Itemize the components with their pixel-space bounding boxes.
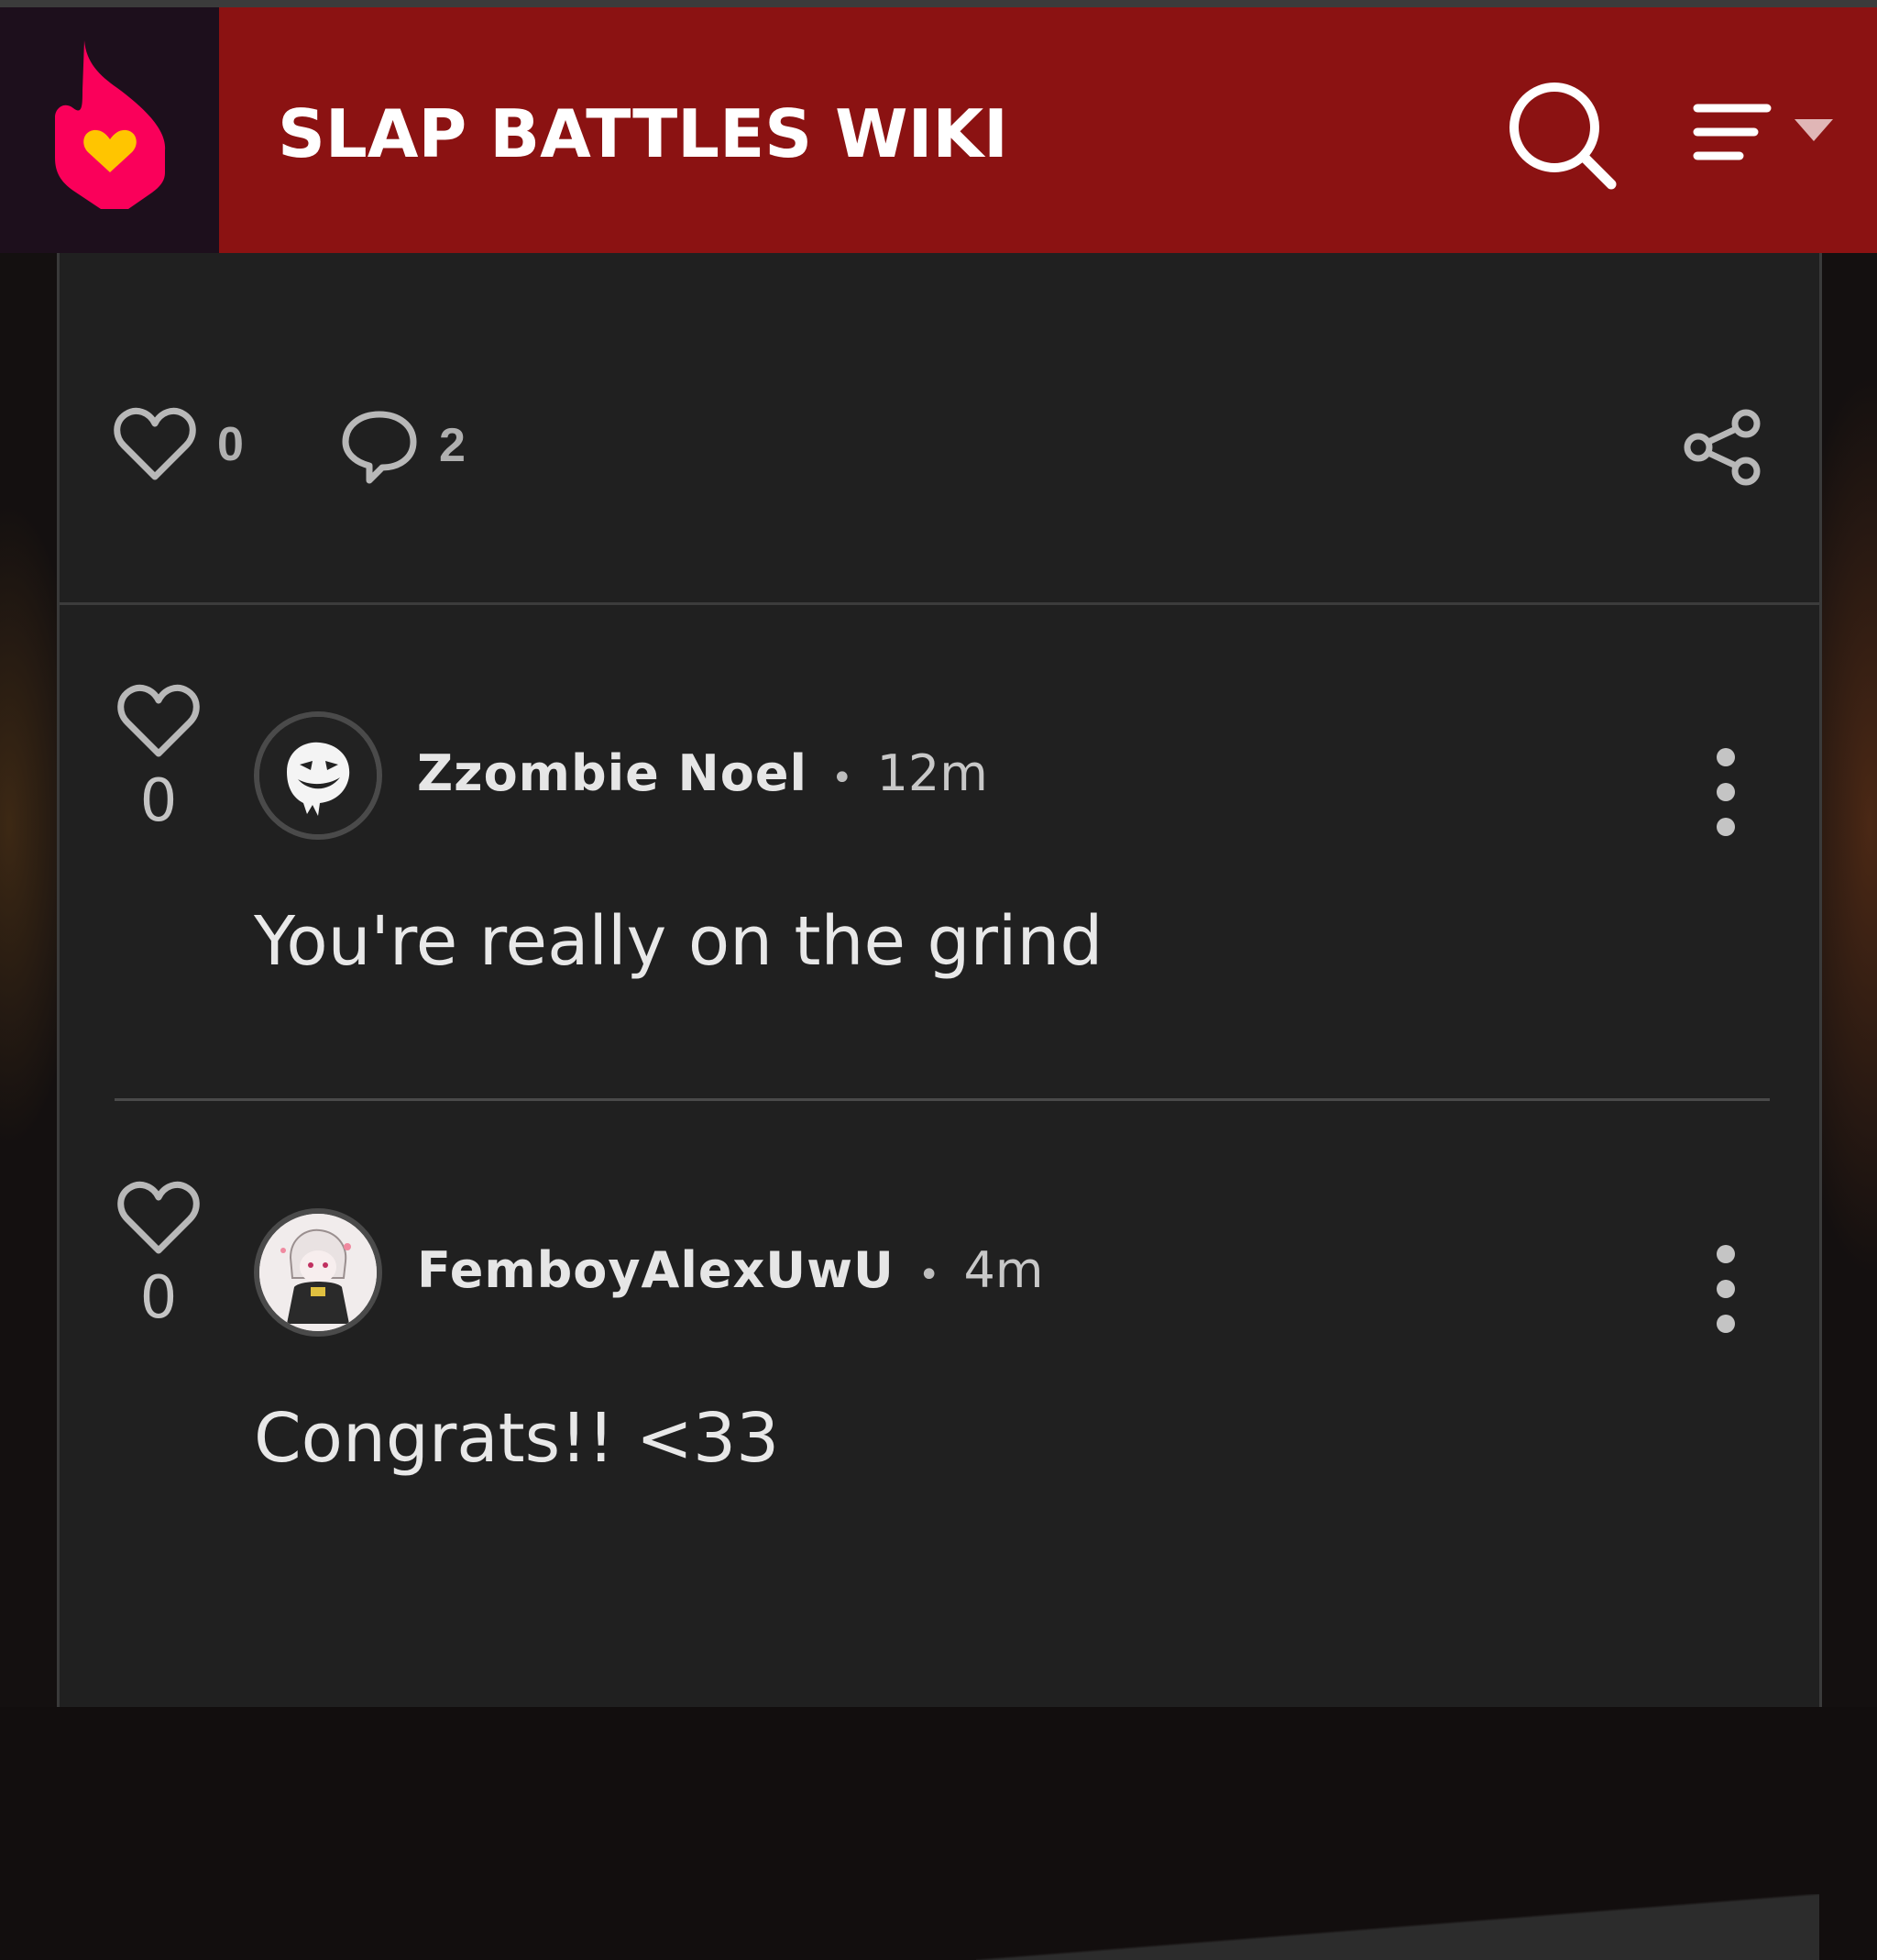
comment-username[interactable]: FemboyAlexUwU (417, 1241, 895, 1299)
comment-like-button[interactable]: 0 (113, 684, 204, 834)
heart-icon (117, 1181, 200, 1254)
comment-bubble-icon (342, 411, 417, 484)
comment-timestamp[interactable]: 12m (877, 744, 988, 802)
comment-options-button[interactable] (1709, 746, 1742, 838)
post-action-bar: 0 2 (60, 253, 1819, 605)
trollface-avatar-icon (259, 717, 377, 834)
comment-like-count: 0 (139, 767, 178, 835)
comment-text: Congrats!! <33 (254, 1399, 780, 1478)
kebab-menu-icon (1717, 748, 1735, 836)
avatar[interactable] (254, 1208, 382, 1337)
comment-timestamp[interactable]: 4m (963, 1241, 1043, 1299)
comment-meta: FemboyAlexUwU • 4m (417, 1241, 1043, 1299)
post-like-button[interactable]: 0 (113, 407, 244, 482)
heart-icon (114, 407, 196, 480)
share-button[interactable] (1682, 409, 1764, 490)
post-like-count: 0 (217, 418, 244, 471)
meta-separator: • (917, 1254, 940, 1296)
post-comment-count: 2 (439, 419, 466, 472)
kebab-menu-icon (1717, 1245, 1735, 1333)
fandom-logo-button[interactable] (0, 7, 219, 253)
discussion-card: 0 2 0 Zzombie Noel • 12m You're really o… (57, 253, 1822, 1960)
menu-button[interactable] (1686, 90, 1851, 182)
search-button[interactable] (1503, 76, 1622, 195)
comment-text: You're really on the grind (254, 902, 1103, 981)
heart-icon (117, 684, 200, 757)
comment-username[interactable]: Zzombie Noel (417, 744, 807, 802)
menu-icon (1693, 104, 1772, 160)
avatar[interactable] (254, 711, 382, 840)
wiki-title[interactable]: SLAP BATTLES WIKI (278, 88, 1008, 180)
comment-like-button[interactable]: 0 (113, 1181, 204, 1331)
post-comment-button[interactable]: 2 (340, 407, 466, 484)
wiki-header: SLAP BATTLES WIKI (0, 7, 1877, 253)
chevron-down-icon (1795, 119, 1833, 141)
fandom-logo-icon (55, 40, 166, 209)
meta-separator: • (830, 757, 853, 799)
browser-top-border (0, 0, 1877, 7)
decorative-corner (976, 1894, 1819, 1960)
comment-like-count: 0 (139, 1264, 178, 1332)
share-icon (1684, 409, 1761, 486)
anime-character-avatar-icon (259, 1214, 377, 1331)
comment-divider (115, 1098, 1770, 1101)
search-icon (1509, 83, 1617, 190)
comment-meta: Zzombie Noel • 12m (417, 744, 988, 802)
comment-options-button[interactable] (1709, 1243, 1742, 1335)
